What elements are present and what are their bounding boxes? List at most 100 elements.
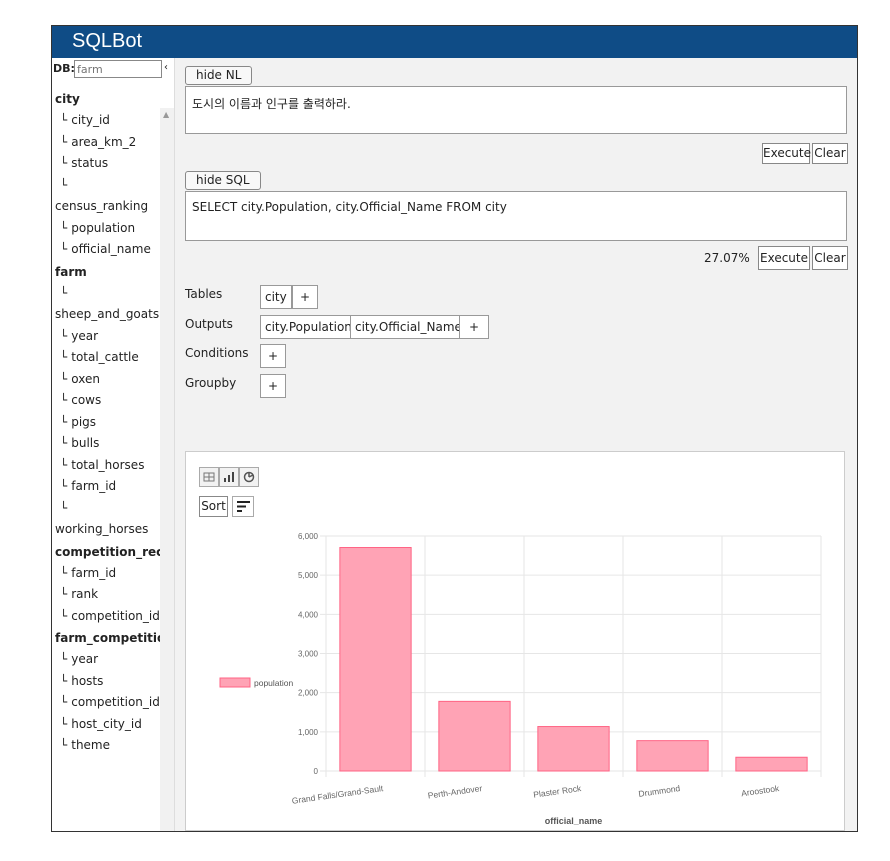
schema-table-city[interactable]: city — [52, 88, 160, 110]
add-table-button[interactable]: + — [292, 285, 318, 309]
hide-nl-button[interactable]: hide NL — [185, 66, 253, 85]
x-tick-label: Plaster Rock — [533, 783, 583, 800]
pie-chart-icon[interactable] — [239, 467, 259, 487]
tree-branch-icon: └ — [60, 414, 68, 429]
schema-column[interactable]: └ rank — [52, 584, 160, 606]
schema-column[interactable]: working_horses — [52, 519, 160, 541]
schema-column-label: host_city_id — [71, 716, 142, 731]
schema-column[interactable]: └ farm_id — [52, 563, 160, 585]
output-chip[interactable]: city.Official_Name — [350, 315, 467, 339]
tree-branch-icon: └ — [60, 565, 68, 580]
schema-tree: city └ city_id └ area_km_2 └ status └ census_ran… — [52, 88, 160, 757]
schema-table-farm-competition[interactable]: farm_competition — [52, 627, 160, 649]
db-label: DB: — [53, 62, 75, 75]
bar-chart: 0 1,000 2,000 3,000 4,000 5,000 6,000 Grand Fal… — [219, 532, 822, 826]
table-icon[interactable] — [199, 467, 219, 487]
tree-branch-icon: └ — [60, 177, 68, 192]
schema-column-label: bulls — [71, 436, 100, 450]
schema-column[interactable]: └ pigs — [52, 412, 160, 434]
tree-branch-icon: └ — [60, 608, 68, 623]
schema-column-label: year — [71, 652, 99, 666]
sidebar-scrollbar[interactable]: ▲ — [160, 108, 174, 831]
bar-2 — [537, 726, 610, 772]
schema-column[interactable]: └ competition_id — [52, 692, 160, 714]
nl-input[interactable]: 도시의 이름과 인구를 출력하라. — [185, 86, 847, 134]
hide-sql-button[interactable]: hide SQL — [185, 171, 261, 190]
sql-input[interactable]: SELECT city.Population, city.Official_Na… — [185, 191, 847, 241]
db-selector: DB: ‹ — [52, 60, 174, 80]
schema-column[interactable]: └ total_horses — [52, 455, 160, 477]
legend-swatch — [219, 677, 251, 688]
schema-column-label: rank — [71, 587, 99, 601]
schema-column[interactable]: └ year — [52, 649, 160, 671]
sort-lines-icon[interactable] — [232, 496, 254, 517]
groupby-label: Groupby — [185, 376, 237, 390]
tree-branch-icon: └ — [60, 695, 68, 709]
schema-column[interactable]: └ farm_id — [52, 476, 160, 498]
add-output-button[interactable]: + — [459, 315, 489, 339]
tables-label: Tables — [185, 287, 223, 301]
schema-column[interactable]: └ year — [52, 326, 160, 348]
schema-column-label: competition_id — [71, 608, 160, 623]
nl-clear-button[interactable]: Clear — [812, 143, 848, 164]
schema-column[interactable]: └ cows — [52, 390, 160, 412]
tree-branch-icon: └ — [60, 457, 68, 472]
schema-column[interactable]: └ city_id — [52, 110, 160, 132]
schema-column[interactable]: └ total_cattle — [52, 347, 160, 369]
schema-column-label: competition_id — [71, 695, 160, 709]
bar-chart-icon[interactable] — [219, 467, 239, 487]
x-tick-label: Grand Falls/Grand-Sault — [291, 783, 384, 806]
add-groupby-button[interactable]: + — [260, 374, 286, 398]
schema-column[interactable]: └ host_city_id — [52, 714, 160, 736]
tree-branch-icon: └ — [60, 134, 68, 149]
legend-label: population — [254, 678, 294, 688]
collapse-sidebar-button[interactable]: ‹ — [164, 62, 168, 73]
schema-column-label: population — [71, 220, 136, 235]
schema-column[interactable]: └ oxen — [52, 369, 160, 391]
tree-branch-icon: └ — [60, 371, 68, 386]
schema-column-label: hosts — [71, 673, 104, 688]
sort-button[interactable]: Sort — [199, 496, 228, 517]
tree-branch-icon: └ — [60, 242, 68, 256]
tree-branch-icon: └ — [60, 716, 68, 731]
schema-column[interactable]: └ bulls — [52, 433, 160, 455]
schema-table-farm[interactable]: farm — [52, 261, 160, 283]
x-axis-title: official_name — [545, 816, 603, 826]
schema-column-label: total_horses — [71, 457, 145, 472]
y-tick-label: 1,000 — [298, 728, 319, 737]
sql-execute-button[interactable]: Execute — [758, 246, 810, 270]
schema-column[interactable]: └ status — [52, 153, 160, 175]
y-tick-label: 4,000 — [298, 610, 319, 619]
output-chip[interactable]: city.Population — [260, 315, 357, 339]
db-input[interactable] — [74, 60, 162, 78]
chart-panel: Sort 0 1,000 2,000 3,000 4,000 5,000 6,000 Gran… — [185, 451, 845, 831]
schema-column-label: farm_id — [71, 565, 117, 580]
table-chip[interactable]: city — [260, 285, 292, 309]
schema-column-label: city_id — [71, 113, 110, 127]
schema-column-label: cows — [71, 393, 102, 407]
add-condition-button[interactable]: + — [260, 344, 286, 368]
schema-column-label: pigs — [71, 414, 97, 429]
bar-0 — [339, 547, 412, 772]
scroll-up-icon[interactable]: ▲ — [163, 110, 169, 119]
schema-column[interactable]: └ hosts — [52, 671, 160, 693]
schema-column[interactable]: └ official_name — [52, 239, 160, 261]
x-tick-label: Drummond — [638, 783, 681, 799]
tree-branch-icon: └ — [60, 673, 68, 688]
tree-branch-icon: └ — [60, 393, 68, 407]
tree-branch-icon: └ — [60, 652, 68, 666]
tree-branch-icon: └ — [60, 738, 68, 752]
tree-branch-icon: └ — [60, 500, 68, 515]
schema-column[interactable]: census_ranking — [52, 196, 160, 218]
schema-column[interactable]: └ competition_id — [52, 606, 160, 628]
schema-column[interactable]: └ area_km_2 — [52, 132, 160, 154]
schema-column[interactable]: └ theme — [52, 735, 160, 757]
schema-column[interactable]: └ population — [52, 218, 160, 240]
schema-table-competition-record[interactable]: competition_record — [52, 541, 160, 563]
sql-clear-button[interactable]: Clear — [812, 246, 848, 270]
nl-execute-button[interactable]: Execute — [762, 143, 811, 164]
sqlbot-app: SQLBot DB: ‹ city└city_id└area_km_2└stat… — [51, 25, 858, 832]
schema-column[interactable]: sheep_and_goats — [52, 304, 160, 326]
y-tick-label: 6,000 — [298, 532, 319, 541]
x-tick-label: Aroostook — [740, 783, 780, 798]
